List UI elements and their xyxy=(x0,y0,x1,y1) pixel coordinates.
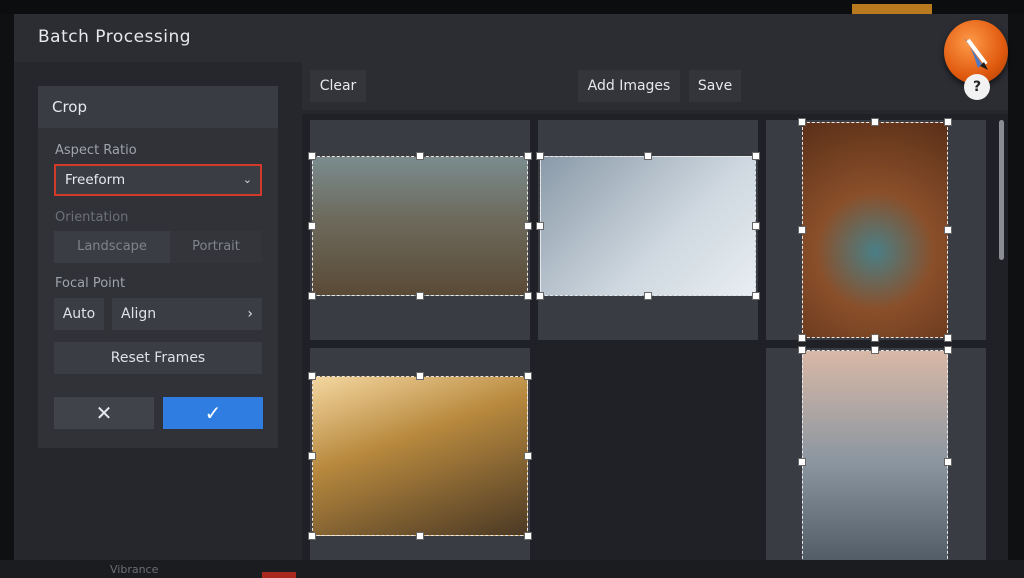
clear-button[interactable]: Clear xyxy=(310,70,366,102)
crop-card: Crop Aspect Ratio Freeform ⌄ Orientation… xyxy=(38,86,278,448)
orientation-portrait-button[interactable]: Portrait xyxy=(170,231,262,263)
image-cell[interactable] xyxy=(308,348,532,568)
aspect-ratio-label: Aspect Ratio xyxy=(55,143,137,158)
image-cell[interactable] xyxy=(766,346,986,578)
crop-handle[interactable] xyxy=(308,372,316,380)
crop-handle[interactable] xyxy=(308,152,316,160)
orange-accent xyxy=(852,4,932,14)
crop-handle[interactable] xyxy=(752,152,760,160)
close-icon: ✕ xyxy=(95,401,113,425)
crop-handle[interactable] xyxy=(536,152,544,160)
top-strip xyxy=(0,0,1024,14)
crop-handle[interactable] xyxy=(308,222,316,230)
add-images-button[interactable]: Add Images xyxy=(578,70,680,102)
aspect-ratio-select[interactable]: Freeform ⌄ xyxy=(54,164,262,196)
crop-handle[interactable] xyxy=(798,118,806,126)
crop-handle[interactable] xyxy=(524,292,532,300)
crop-handle[interactable] xyxy=(416,372,424,380)
crop-handle[interactable] xyxy=(798,334,806,342)
aspect-ratio-value: Freeform xyxy=(65,172,126,188)
crop-handle[interactable] xyxy=(524,152,532,160)
focal-align-button[interactable]: Align › xyxy=(112,298,262,330)
orientation-label: Orientation xyxy=(55,210,129,225)
image-cell[interactable] xyxy=(308,120,532,340)
crop-handle[interactable] xyxy=(944,458,952,466)
crop-handle[interactable] xyxy=(524,222,532,230)
lake-image[interactable] xyxy=(798,346,952,578)
crop-handle[interactable] xyxy=(536,292,544,300)
crop-handle[interactable] xyxy=(944,226,952,234)
street-image[interactable] xyxy=(308,372,532,540)
crop-handle[interactable] xyxy=(524,452,532,460)
crop-handle[interactable] xyxy=(871,118,879,126)
image-area: Clear Add Images Save xyxy=(302,62,1008,578)
crop-handle[interactable] xyxy=(416,292,424,300)
crop-handle[interactable] xyxy=(944,118,952,126)
crop-handle[interactable] xyxy=(644,292,652,300)
crop-handle[interactable] xyxy=(308,452,316,460)
crop-handle[interactable] xyxy=(752,292,760,300)
chevron-right-icon: › xyxy=(247,306,253,322)
crop-handle[interactable] xyxy=(308,532,316,540)
crop-handle[interactable] xyxy=(871,346,879,354)
crop-handle[interactable] xyxy=(644,152,652,160)
greenhouse-image[interactable] xyxy=(308,152,532,300)
crop-handle[interactable] xyxy=(308,292,316,300)
window-title: Batch Processing xyxy=(38,27,192,47)
crop-handle[interactable] xyxy=(524,372,532,380)
chevron-down-icon: ⌄ xyxy=(242,173,252,186)
cancel-button[interactable]: ✕ xyxy=(54,397,154,429)
confirm-button[interactable]: ✓ xyxy=(163,397,263,429)
batch-processing-window: Batch Processing Crop Aspect Ratio Freef… xyxy=(14,14,1008,578)
scrollbar[interactable] xyxy=(999,120,1004,260)
focal-align-label: Align xyxy=(121,306,157,322)
crop-handle[interactable] xyxy=(871,334,879,342)
crop-handle[interactable] xyxy=(536,222,544,230)
bottom-label: Vibrance xyxy=(110,563,159,576)
crop-handle[interactable] xyxy=(798,226,806,234)
rollercoaster-image[interactable] xyxy=(536,152,760,300)
check-icon: ✓ xyxy=(204,401,222,425)
title-bar: Batch Processing xyxy=(14,14,1008,63)
bottom-strip: Vibrance xyxy=(0,560,1024,578)
save-button[interactable]: Save xyxy=(689,70,741,102)
focal-auto-button[interactable]: Auto xyxy=(54,298,104,330)
crop-handle[interactable] xyxy=(798,346,806,354)
help-button[interactable]: ? xyxy=(964,74,990,100)
crop-header[interactable]: Crop xyxy=(38,86,278,128)
focal-point-label: Focal Point xyxy=(55,276,126,291)
crop-handle[interactable] xyxy=(416,152,424,160)
image-cell[interactable] xyxy=(536,120,760,340)
toolbar: Clear Add Images Save xyxy=(302,62,1008,110)
crop-handle[interactable] xyxy=(416,532,424,540)
crop-handle[interactable] xyxy=(524,532,532,540)
reset-frames-button[interactable]: Reset Frames xyxy=(54,342,262,374)
crop-handle[interactable] xyxy=(944,346,952,354)
orientation-landscape-button[interactable]: Landscape xyxy=(54,231,170,263)
crop-handle[interactable] xyxy=(752,222,760,230)
red-tag xyxy=(262,572,296,578)
image-grid xyxy=(302,114,1008,578)
image-cell[interactable] xyxy=(766,118,986,342)
crop-handle[interactable] xyxy=(944,334,952,342)
aerial-forest-image[interactable] xyxy=(798,118,952,342)
left-panel: Crop Aspect Ratio Freeform ⌄ Orientation… xyxy=(14,62,302,574)
crop-handle[interactable] xyxy=(798,458,806,466)
